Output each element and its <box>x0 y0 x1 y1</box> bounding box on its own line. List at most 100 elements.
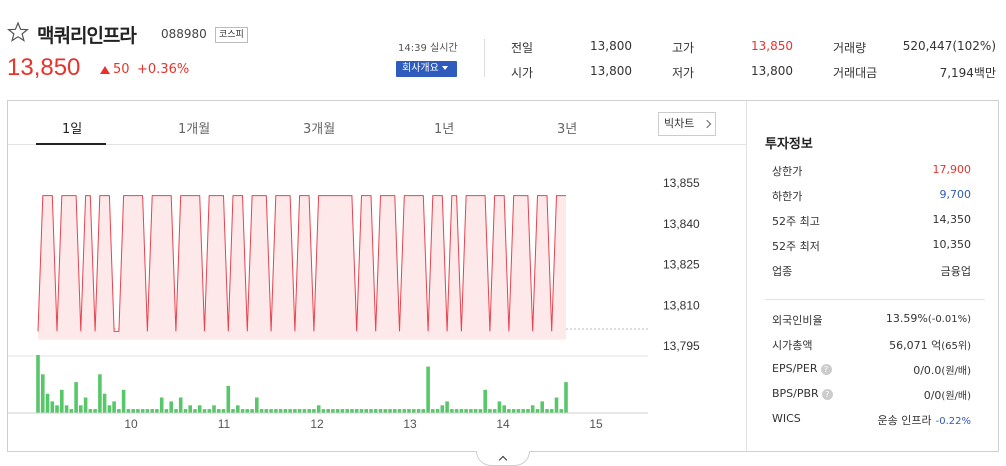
volume-bar <box>350 409 354 413</box>
volume-bar <box>378 409 383 413</box>
volume-bar <box>60 389 64 413</box>
volume-bar <box>145 409 150 413</box>
favorite-star-icon[interactable] <box>7 21 29 43</box>
volume-bar <box>564 382 568 413</box>
volume-bar <box>136 409 140 413</box>
tab-1day[interactable]: 1일 <box>62 118 82 137</box>
invest-info-separator <box>765 299 985 300</box>
chart-info-divider <box>746 101 747 451</box>
chevron-right-icon <box>702 119 712 129</box>
volume-bar <box>397 409 402 413</box>
invest-info-title: 투자정보 <box>765 137 813 152</box>
y-tick-label: 13,795 <box>663 339 700 353</box>
volume-bar <box>383 409 388 413</box>
info-value: 17,900 <box>932 163 972 176</box>
stat-value-open: 13,800 <box>590 64 632 78</box>
volume-bar <box>497 401 502 413</box>
volume-bar <box>464 409 468 413</box>
volume-bar <box>450 409 454 413</box>
price-change: 50 <box>113 62 130 77</box>
volume-bar <box>402 409 407 413</box>
period-tabs: 1일 1개월 3개월 1년 3년 빅차트 <box>8 101 746 145</box>
tab-3month[interactable]: 3개월 <box>303 118 335 137</box>
info-value: 운송 인프라 -0.22% <box>877 414 972 427</box>
info-label: 상한가 <box>772 165 803 178</box>
volume-bar <box>79 405 83 413</box>
volume-bar <box>188 405 192 413</box>
tab-1year[interactable]: 1년 <box>434 118 454 137</box>
stat-value-trade-value: 7,194백만 <box>939 66 996 80</box>
info-value: 0/0(원/배) <box>923 389 971 402</box>
volume-bar <box>174 409 178 413</box>
info-value: 9,700 <box>939 188 972 201</box>
volume-bar <box>526 409 530 413</box>
bigchart-button[interactable]: 빅차트 <box>658 112 716 136</box>
info-value: 0/0.0(원/배) <box>913 364 971 377</box>
chart-card: 1일 1개월 3개월 1년 3년 빅차트 13,855 13,840 13,825 1… <box>7 100 999 452</box>
volume-bar <box>454 409 459 413</box>
volume-bar <box>359 409 364 413</box>
volume-bar <box>316 405 321 413</box>
volume-bar <box>502 405 506 413</box>
info-value: 금융업 <box>940 265 971 278</box>
info-label: 하한가 <box>772 190 803 203</box>
volume-bar <box>412 409 416 413</box>
volume-bar <box>217 409 221 413</box>
volume-bar <box>521 409 525 413</box>
volume-bar <box>55 405 59 413</box>
volume-bar <box>207 409 212 413</box>
volume-bar <box>364 409 368 413</box>
volume-bar <box>64 405 69 413</box>
help-icon[interactable]: ? <box>821 388 833 400</box>
stock-name[interactable]: 맥쿼리인프라 <box>37 21 137 48</box>
stat-label-low: 저가 <box>672 66 695 80</box>
x-tick-label: 13 <box>403 417 417 431</box>
company-overview-button[interactable]: 회사개요 <box>396 61 457 77</box>
volume-bar <box>226 385 231 413</box>
volume-bar <box>36 355 40 413</box>
stat-value-high: 13,850 <box>751 39 793 53</box>
stat-label-volume: 거래량 <box>833 41 867 55</box>
volume-bar <box>278 409 283 413</box>
up-arrow-icon <box>100 66 110 74</box>
volume-bar <box>516 409 521 413</box>
volume-bar <box>150 409 154 413</box>
volume-bar <box>335 409 340 413</box>
help-icon[interactable]: ? <box>820 363 832 375</box>
x-tick-label: 14 <box>496 417 510 431</box>
collapse-toggle[interactable] <box>476 451 530 466</box>
chevron-up-icon <box>498 455 508 465</box>
volume-bar <box>159 397 164 413</box>
volume-bar <box>288 409 292 413</box>
volume-bar <box>440 405 445 413</box>
tab-1month[interactable]: 1개월 <box>178 118 210 137</box>
realtime-timestamp: 14:39 실시간 <box>398 43 458 54</box>
volume-bar <box>445 401 449 413</box>
volume-bar <box>83 397 88 413</box>
volume-bar <box>112 401 116 413</box>
volume-bar <box>459 409 464 413</box>
tab-3year[interactable]: 3년 <box>557 118 577 137</box>
volume-bar <box>469 409 473 413</box>
info-label: 52주 최저 <box>772 240 820 253</box>
volume-bar <box>274 409 278 413</box>
volume-bar <box>540 401 544 413</box>
volume-bar <box>426 366 430 413</box>
volume-bar <box>240 409 245 413</box>
volume-bar <box>193 409 197 413</box>
volume-bar <box>183 409 188 413</box>
volume-bar <box>326 409 330 413</box>
volume-bar <box>269 409 273 413</box>
info-label: 외국인비율 <box>772 314 823 327</box>
volume-bar <box>507 409 511 413</box>
price-change-rate: +0.36% <box>137 62 190 77</box>
volume-bar <box>50 401 55 413</box>
volume-bar <box>554 397 559 413</box>
volume-bar <box>212 405 216 413</box>
info-value: 13.59%(-0.01%) <box>885 312 971 325</box>
y-tick-label: 13,855 <box>663 176 700 190</box>
volume-bar <box>416 409 421 413</box>
volume-bar <box>492 409 497 413</box>
volume-bar <box>45 393 50 413</box>
stat-value-prev-close: 13,800 <box>590 39 632 53</box>
